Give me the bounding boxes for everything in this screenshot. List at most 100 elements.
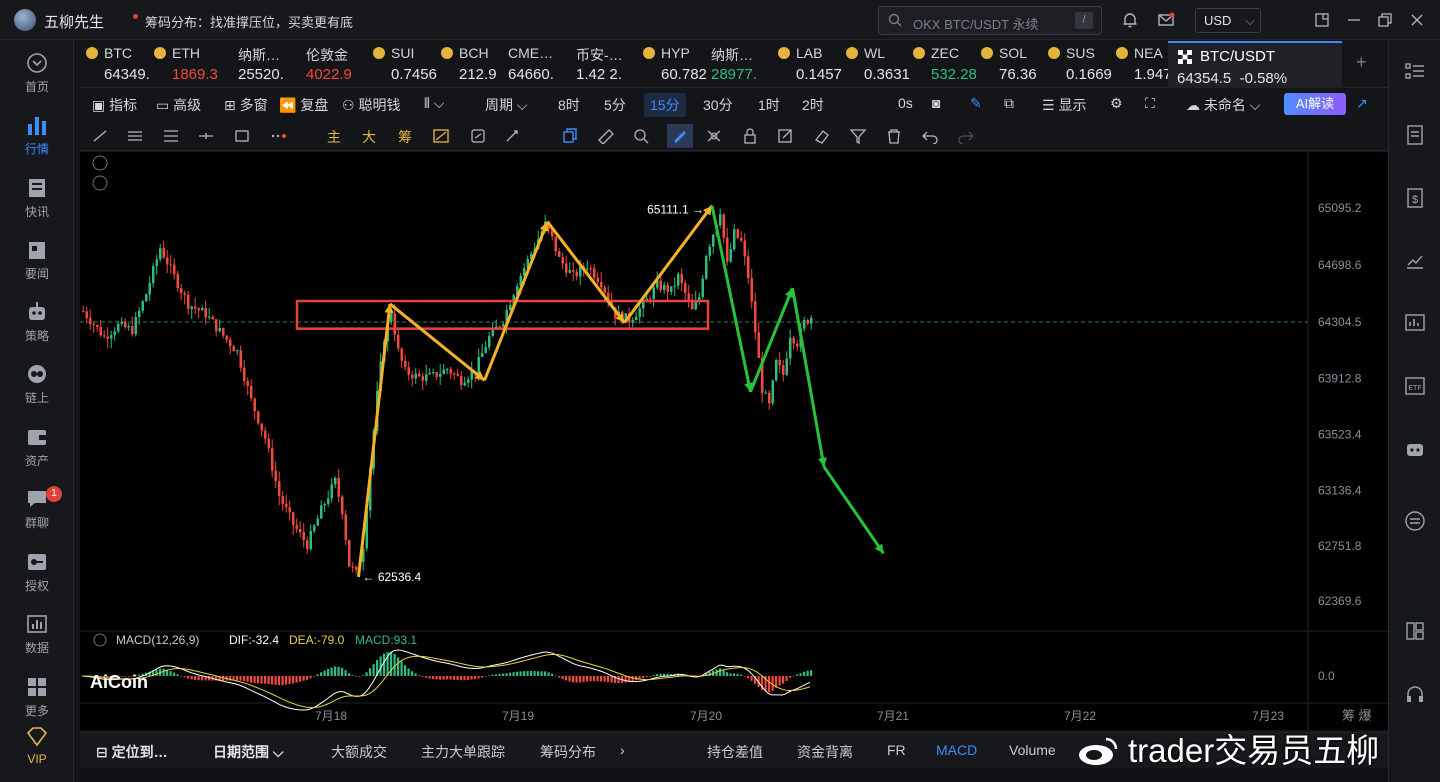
edit-tool-icon[interactable] (777, 128, 795, 144)
macd-collapse-icon[interactable] (93, 633, 107, 647)
tab-oi-diff[interactable]: 持仓差值 (707, 742, 763, 762)
nav-vip[interactable]: VIP (0, 726, 74, 766)
zoom-tool-icon[interactable] (633, 128, 651, 144)
mail-icon[interactable] (1157, 11, 1175, 29)
indicators-button[interactable]: ▣ 指标 (92, 95, 137, 115)
chart-canvas[interactable]: 65095.2 64698.6 64304.5 63912.8 63523.4 63136… (80, 152, 1388, 730)
ticker-tab[interactable]: SOL 76.36 (981, 40, 1045, 88)
interval-5m[interactable]: 5分 (604, 95, 626, 115)
layout-icon[interactable] (1404, 620, 1426, 642)
date-range-dropdown[interactable]: 日期范围 ⌵ (213, 742, 284, 762)
locate-button[interactable]: ⊟ 定位到… (96, 742, 168, 762)
etf-icon[interactable]: ETF (1404, 375, 1426, 397)
tab-volume[interactable]: Volume (1009, 742, 1056, 758)
popout-icon[interactable] (1314, 12, 1330, 28)
price-chart[interactable]: 65095.2 64698.6 64304.5 63912.8 63523.4 63136… (80, 152, 1388, 730)
interval-8h[interactable]: 8时 (558, 95, 580, 115)
replay-button[interactable]: ⏪ 复盘 (279, 95, 328, 115)
layout-name-dropdown[interactable]: ☁ 未命名 ⌵ (1186, 95, 1260, 115)
expand-icon[interactable] (92, 175, 108, 191)
trend-icon[interactable] (1404, 250, 1426, 272)
dollar-doc-icon[interactable]: $ (1404, 187, 1426, 209)
ticker-tab-active[interactable]: BTC/USDT 64354.5 -0.58% (1168, 41, 1342, 88)
settings-icon[interactable]: ⚙ (1110, 95, 1123, 112)
trash-tool-icon[interactable] (885, 128, 903, 144)
redo-icon[interactable] (957, 128, 975, 144)
bell-icon[interactable] (1121, 11, 1139, 29)
close-icon[interactable] (1409, 12, 1425, 28)
candle-type-button[interactable]: ⫴ ⌵ (424, 95, 444, 112)
ai-analysis-button[interactable]: AI解读 (1284, 93, 1346, 115)
list-icon[interactable] (1404, 60, 1426, 82)
add-tab-button[interactable]: + (1356, 52, 1367, 73)
chart-panel-icon[interactable] (1404, 312, 1426, 334)
document-icon[interactable] (1404, 124, 1426, 146)
nav-more[interactable]: 更多 (0, 676, 74, 719)
tab-fr[interactable]: FR (887, 742, 906, 758)
bot-icon[interactable] (1404, 438, 1426, 460)
tab-chips-distribution[interactable]: 筹码分布 (540, 742, 596, 762)
nav-headlines[interactable]: 要闻 (0, 239, 74, 282)
ticker-tab[interactable]: 纳斯… 28977. (711, 40, 775, 88)
fullscreen-icon[interactable]: ⛶ (1145, 95, 1155, 112)
ticker-tab[interactable]: ETH 1869.3 (154, 40, 218, 88)
tab-macd[interactable]: MACD (936, 742, 977, 758)
tab-fund-divergence[interactable]: 资金背离 (797, 742, 853, 762)
draw-mode-icon[interactable] (667, 124, 693, 148)
search-input[interactable]: OKX BTC/USDT 永续 / (878, 6, 1102, 35)
hray-tool-icon[interactable] (197, 128, 215, 144)
period-dropdown[interactable]: 周期 ⌵ (485, 95, 528, 115)
nav-strategy[interactable]: 策略 (0, 301, 74, 344)
ticker-tab[interactable]: 伦敦金 4022.9 (306, 40, 370, 88)
undo-icon[interactable] (921, 128, 939, 144)
multiwindow-button[interactable]: ⊞ 多窗 (224, 95, 268, 115)
filter-tool-icon[interactable] (849, 128, 867, 144)
tab-main-orders[interactable]: 主力大单跟踪 (421, 742, 505, 762)
compare-tool-icon[interactable] (469, 128, 487, 144)
copy-tool-icon[interactable] (561, 128, 579, 144)
ratio-tool-icon[interactable] (432, 128, 450, 144)
notice-banner[interactable]: 筹码分布：找准撑压位，买卖更有底 (145, 12, 353, 31)
hlines-tool-icon[interactable] (126, 128, 144, 144)
ruler-tool-icon[interactable] (597, 128, 615, 144)
headset-icon[interactable] (1404, 684, 1426, 706)
ticker-tab[interactable]: WL 0.3631 (846, 40, 910, 88)
nav-home[interactable]: 首页 (0, 52, 74, 95)
tab-big-trades[interactable]: 大额成交 (331, 742, 387, 762)
ticker-tab[interactable]: HYP 60.782 (643, 40, 707, 88)
pen-icon[interactable]: ✎ (970, 95, 982, 112)
nav-news[interactable]: 快讯 (0, 177, 74, 220)
lock-tool-icon[interactable] (741, 128, 759, 144)
interval-15m[interactable]: 15分 (644, 93, 686, 117)
more-tools-icon[interactable] (270, 128, 288, 144)
currency-select[interactable]: USD ⌵ (1195, 8, 1261, 33)
rectangle-tool-icon[interactable] (233, 128, 251, 144)
ticker-tab[interactable]: 币安-… 1.42 2. (576, 40, 640, 88)
advanced-button[interactable]: ▭ 高级 (156, 95, 201, 115)
measure-tool-icon[interactable] (504, 128, 522, 144)
nav-chat[interactable]: 1 群聊 (0, 486, 74, 531)
nav-assets[interactable]: 资产 (0, 426, 74, 469)
magnet-tool-icon[interactable] (705, 128, 723, 144)
chevron-right-icon[interactable]: › (620, 742, 625, 758)
camera-icon[interactable]: ◙ (932, 95, 940, 111)
channel-tool-icon[interactable] (162, 128, 180, 144)
nav-data[interactable]: 数据 (0, 613, 74, 656)
exchange-icon[interactable] (1404, 510, 1426, 532)
ticker-tab[interactable]: LAB 0.1457 (778, 40, 842, 88)
trend-share-icon[interactable]: ↗ (1356, 95, 1368, 112)
share-icon[interactable]: ⧉ (1004, 95, 1014, 112)
line-tool-icon[interactable] (91, 128, 109, 144)
ticker-tab[interactable]: SUI 0.7456 (373, 40, 437, 88)
ticker-tab[interactable]: BTC 64349. (86, 40, 150, 88)
expand-icon[interactable] (92, 155, 108, 171)
main-force-button[interactable]: 主 (327, 127, 341, 147)
nav-onchain[interactable]: 链上 (0, 363, 74, 406)
restore-icon[interactable] (1377, 12, 1393, 28)
ticker-tab[interactable]: BCH 212.9 (441, 40, 505, 88)
minimize-icon[interactable] (1346, 12, 1362, 28)
big-order-button[interactable]: 大 (362, 127, 376, 147)
interval-1h[interactable]: 1时 (758, 95, 780, 115)
ticker-tab[interactable]: 纳斯… 25520. (238, 40, 302, 88)
ticker-tab[interactable]: ZEC 532.28 (913, 40, 977, 88)
